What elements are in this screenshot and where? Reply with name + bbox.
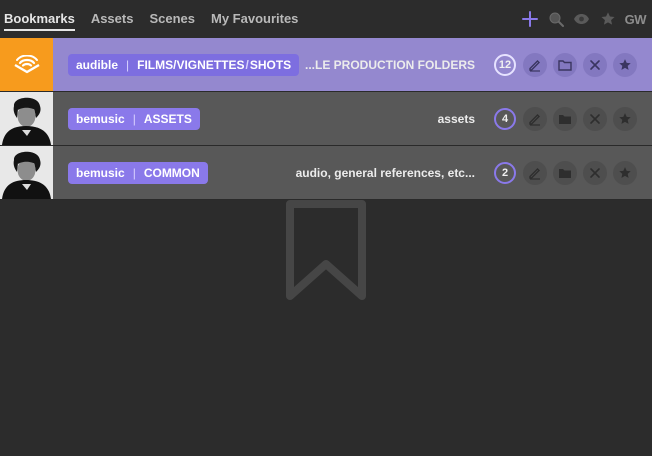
count-badge: 4 [494,108,516,130]
tab-bar: Bookmarks Assets Scenes My Favourites [4,11,314,31]
tab-assets[interactable]: Assets [91,11,134,31]
tab-scenes[interactable]: Scenes [149,11,195,31]
edit-button[interactable] [523,161,547,185]
bookmark-list: audible | FILMS/VIGNETTES / SHOTS ...LE … [0,38,652,200]
client-name: bemusic [76,112,125,126]
client-name: bemusic [76,166,125,180]
folder-icon [559,115,571,124]
bookmark-path[interactable]: bemusic | COMMON [68,162,208,184]
close-icon [590,168,600,178]
row-actions [523,53,637,77]
user-initials[interactable]: GW [625,10,647,28]
count-badge: 2 [494,162,516,184]
folder-icon [559,169,571,178]
top-bar: Bookmarks Assets Scenes My Favourites GW [0,0,652,38]
remove-button[interactable] [583,107,607,131]
row-actions [523,107,637,131]
client-name: audible [76,58,119,72]
bookmark-description: assets [437,112,475,126]
list-item[interactable]: bemusic | COMMON audio, general referenc… [0,146,652,200]
open-folder-button[interactable] [553,107,577,131]
tab-bookmarks[interactable]: Bookmarks [4,11,75,31]
list-item[interactable]: bemusic | ASSETS assets 4 [0,92,652,146]
folder-icon [558,60,572,71]
path-segment: ASSETS [143,112,192,126]
separator: | [132,112,136,126]
toolbar: GW [521,10,647,28]
remove-button[interactable] [583,161,607,185]
separator: | [126,58,130,72]
star-icon [619,113,631,124]
favourite-button[interactable] [613,161,637,185]
favourite-button[interactable] [613,107,637,131]
edit-button[interactable] [523,107,547,131]
star-icon [619,59,631,70]
favourite-button[interactable] [613,53,637,77]
pencil-icon [529,114,540,126]
row-actions [523,161,637,185]
star-icon[interactable] [599,10,617,28]
bookmark-path[interactable]: audible | FILMS/VIGNETTES / SHOTS [68,54,300,76]
pencil-icon [529,168,540,180]
path-segment: SHOTS [249,58,292,72]
remove-button[interactable] [583,53,607,77]
open-folder-button[interactable] [553,161,577,185]
search-icon[interactable] [547,10,565,28]
user-portrait [0,92,53,145]
bookmark-description: audio, general references, etc... [295,166,475,180]
edit-button[interactable] [523,53,547,77]
pencil-icon [529,60,540,72]
star-icon [619,167,631,178]
separator: | [132,166,136,180]
bookmark-path[interactable]: bemusic | ASSETS [68,108,200,130]
tab-my-favourites[interactable]: My Favourites [211,11,298,31]
path-separator: / [245,58,249,72]
bookmark-watermark-icon [286,200,366,300]
open-folder-button[interactable] [553,53,577,77]
bookmark-description: ...LE PRODUCTION FOLDERS [304,58,475,72]
close-icon [590,114,600,124]
path-segment: FILMS/VIGNETTES [137,58,245,72]
audible-logo [0,38,53,91]
eye-icon[interactable] [573,10,591,28]
plus-icon[interactable] [521,10,539,28]
user-portrait [0,146,53,199]
list-item[interactable]: audible | FILMS/VIGNETTES / SHOTS ...LE … [0,38,652,92]
count-badge: 12 [494,54,516,76]
path-segment: COMMON [143,166,200,180]
close-icon [590,60,600,70]
